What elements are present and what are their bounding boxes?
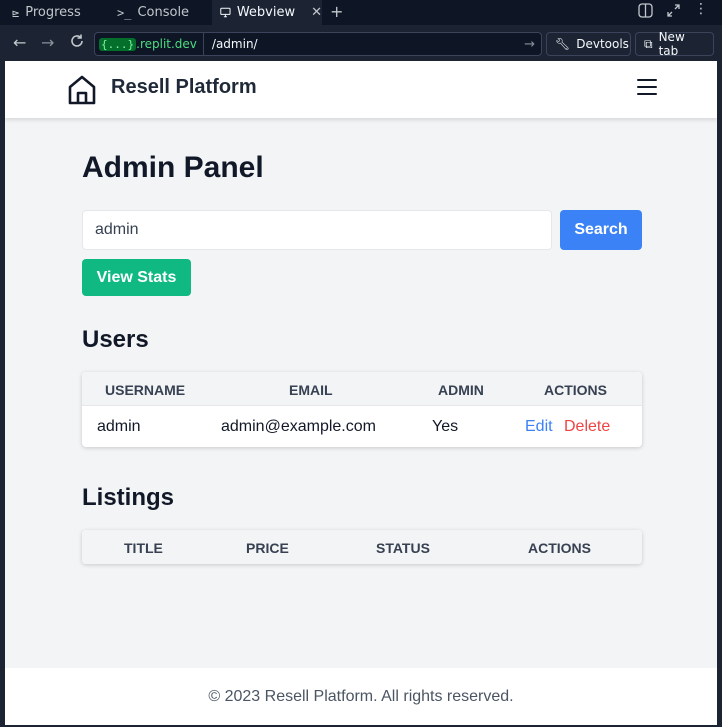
footer-copyright: © 2023 Resell Platform. All rights reser… bbox=[208, 687, 514, 705]
forward-arrow-icon[interactable]: → bbox=[41, 33, 54, 53]
more-options-icon[interactable]: ⋮ bbox=[694, 1, 709, 17]
workspace-tab-bar: ⊵ Progress >_ Console Webview ✕ + ⋮ bbox=[0, 0, 722, 25]
search-button[interactable]: Search bbox=[560, 210, 642, 250]
cell-email: admin@example.com bbox=[221, 418, 376, 435]
column-header: ACTIONS bbox=[544, 382, 607, 398]
go-arrow-icon[interactable]: → bbox=[524, 37, 541, 52]
cell-username: admin bbox=[97, 418, 141, 435]
listings-heading: Listings bbox=[82, 484, 175, 511]
column-header: PRICE bbox=[246, 540, 289, 556]
column-header: EMAIL bbox=[289, 382, 333, 398]
users-heading: Users bbox=[82, 326, 149, 353]
new-tab-label: New tab bbox=[658, 30, 685, 58]
listings-table-header: TITLE PRICE STATUS ACTIONS bbox=[82, 530, 642, 564]
tab-console[interactable]: >_ Console bbox=[117, 0, 189, 25]
back-arrow-icon[interactable]: ← bbox=[13, 33, 26, 53]
listings-table: TITLE PRICE STATUS ACTIONS bbox=[82, 530, 642, 564]
webview-page: Resell Platform Admin Panel Search View … bbox=[5, 61, 717, 725]
monitor-icon bbox=[220, 7, 231, 18]
site-header: Resell Platform bbox=[5, 61, 717, 118]
column-header: ACTIONS bbox=[528, 540, 591, 556]
console-icon: >_ bbox=[117, 5, 132, 20]
url-path: /admin/ bbox=[211, 37, 258, 51]
tab-label: Console bbox=[137, 5, 190, 20]
brand-name[interactable]: Resell Platform bbox=[111, 76, 257, 99]
host-prefix: {...} bbox=[99, 37, 137, 51]
maximize-icon[interactable] bbox=[666, 3, 681, 22]
url-bar[interactable]: {...} .replit.dev /admin/ → bbox=[94, 32, 542, 56]
home-icon[interactable] bbox=[67, 74, 97, 106]
search-input[interactable] bbox=[82, 210, 552, 250]
tab-progress[interactable]: ⊵ Progress bbox=[12, 0, 81, 25]
users-table: USERNAME EMAIL ADMIN ACTIONS admin admin… bbox=[82, 372, 642, 447]
reload-icon[interactable] bbox=[69, 33, 85, 54]
page-title: Admin Panel bbox=[82, 151, 264, 184]
split-view-icon[interactable] bbox=[638, 3, 653, 22]
progress-icon: ⊵ bbox=[12, 5, 20, 20]
devtools-label: Devtools bbox=[576, 37, 629, 51]
column-header: ADMIN bbox=[438, 382, 484, 398]
view-stats-button[interactable]: View Stats bbox=[82, 259, 191, 296]
new-tab-plus-icon[interactable]: + bbox=[330, 2, 343, 21]
host-domain: .replit.dev bbox=[136, 37, 197, 51]
new-tab-button[interactable]: ⧉ New tab bbox=[635, 30, 714, 58]
url-path-input[interactable]: /admin/ → bbox=[202, 33, 541, 55]
hamburger-menu-icon[interactable] bbox=[637, 79, 657, 97]
tab-label: Progress bbox=[25, 5, 81, 20]
column-header: USERNAME bbox=[105, 382, 186, 398]
delete-link[interactable]: Delete bbox=[564, 418, 610, 436]
site-footer: © 2023 Resell Platform. All rights reser… bbox=[5, 668, 717, 725]
edit-link[interactable]: Edit bbox=[525, 418, 553, 436]
tab-webview[interactable]: Webview ✕ bbox=[212, 0, 322, 25]
close-tab-icon[interactable]: ✕ bbox=[311, 5, 322, 20]
url-host: {...} .replit.dev bbox=[95, 37, 203, 51]
external-link-icon: ⧉ bbox=[644, 36, 653, 51]
column-header: TITLE bbox=[124, 540, 163, 556]
wrench-icon: 🔧︎ bbox=[555, 37, 571, 51]
column-header: STATUS bbox=[376, 540, 430, 556]
users-table-header: USERNAME EMAIL ADMIN ACTIONS bbox=[82, 372, 642, 406]
tab-label: Webview bbox=[236, 5, 296, 20]
cell-admin: Yes bbox=[432, 418, 459, 435]
devtools-button[interactable]: 🔧︎ Devtools bbox=[546, 32, 631, 56]
table-row: admin admin@example.com Yes Edit Delete bbox=[82, 406, 642, 446]
